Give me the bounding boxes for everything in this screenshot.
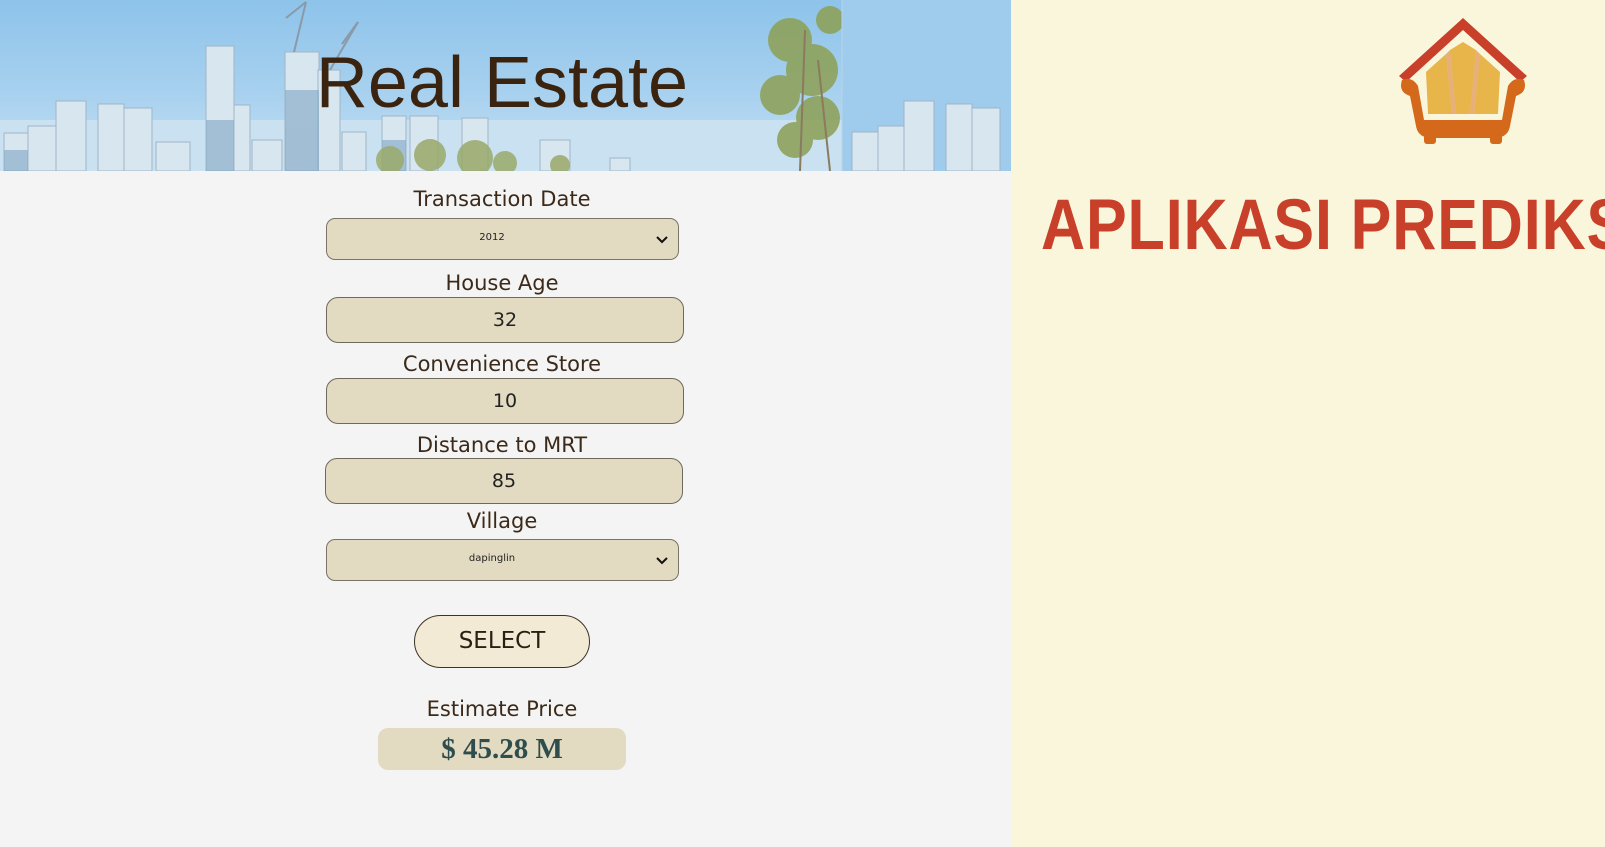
distance-to-mrt-input[interactable] [325,458,683,504]
chevron-down-icon [656,236,668,244]
transaction-date-label: Transaction Date [413,187,591,211]
app-title: APLIKASI PREDIKSI [1041,186,1605,265]
header-banner: Real Estate [0,0,1011,171]
house-age-label: House Age [445,271,559,295]
convenience-store-input[interactable] [326,378,684,424]
select-button[interactable]: SELECT [414,615,590,668]
house-age-input[interactable] [326,297,684,343]
chevron-down-icon [656,557,668,565]
estimate-price-value: $ 45.28 M [378,728,626,770]
transaction-date-value: 2012 [479,232,505,243]
village-select[interactable]: dapinglin [326,539,679,581]
estimate-price-label: Estimate Price [426,697,578,721]
transaction-date-select[interactable]: 2012 [326,218,679,260]
sofa-house-logo-icon [1399,18,1527,144]
village-value: dapinglin [468,553,516,564]
convenience-store-label: Convenience Store [402,352,602,376]
distance-to-mrt-label: Distance to MRT [416,433,588,457]
form-panel: Real Estate Transaction Date 2012 House … [0,0,1011,847]
page-title: Real Estate [315,43,689,123]
village-label: Village [466,509,538,533]
